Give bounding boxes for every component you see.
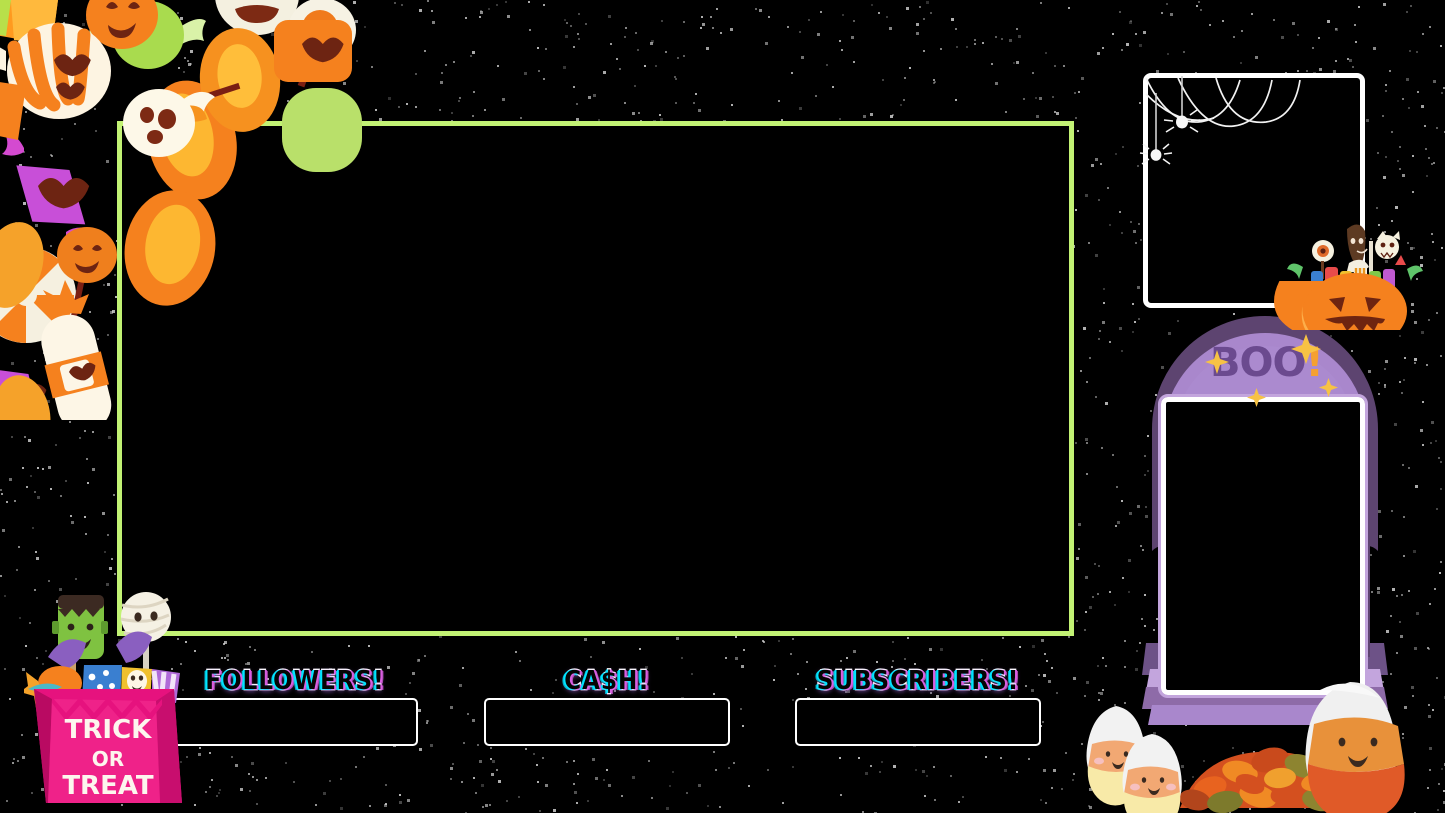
bag-text-treat: TREAT xyxy=(62,771,154,801)
bag-text-or: OR xyxy=(92,747,124,771)
stat-value-followers[interactable] xyxy=(172,698,418,746)
sparkle-icon xyxy=(1205,334,1338,407)
stat-value-subscribers[interactable] xyxy=(795,698,1041,746)
tombstone-bottom-decorations xyxy=(1086,682,1405,813)
stat-label-followers: FOLLOWERS! xyxy=(204,665,385,697)
stat-label-subscribers: SUBSCRIBERS! xyxy=(816,665,1020,697)
candy-cluster-decoration xyxy=(0,0,362,420)
stat-value-cash[interactable] xyxy=(484,698,730,746)
candy-corn-small-icon xyxy=(0,82,26,140)
stat-label-cash: CA$H! xyxy=(563,665,650,697)
lollipop-orange-icon xyxy=(124,190,216,306)
webcam-frame[interactable] xyxy=(1143,73,1365,308)
trick-or-treat-bag: TRICK OR TREAT xyxy=(24,592,182,803)
candy-green-round-icon xyxy=(282,88,362,172)
bag-text-trick: TRICK xyxy=(65,715,153,745)
candy-bat-pouch-icon xyxy=(274,20,352,82)
candy-corn-character-icon xyxy=(1305,682,1405,813)
